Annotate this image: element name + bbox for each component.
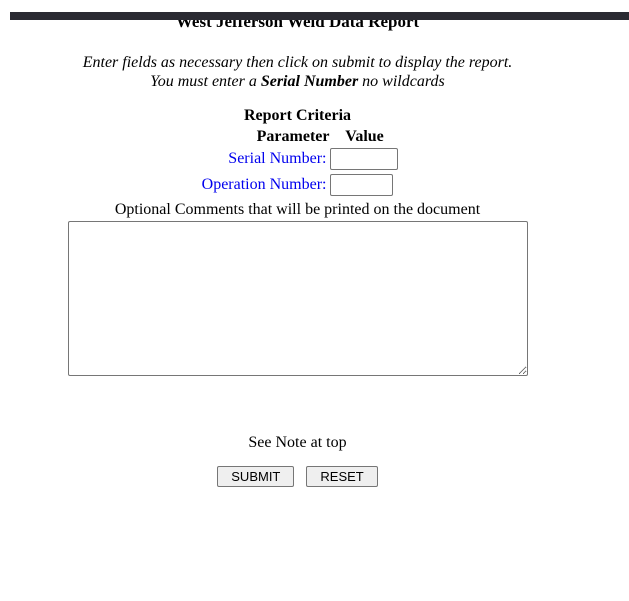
see-note-text: See Note at top — [0, 433, 595, 452]
parameter-column-header: Parameter — [196, 128, 330, 146]
criteria-header-row: Parameter Value — [196, 128, 400, 146]
value-column-header: Value — [330, 128, 400, 146]
report-criteria-table: Report Criteria Parameter Value Serial N… — [196, 106, 400, 198]
serial-number-label[interactable]: Serial Number: — [196, 146, 330, 172]
submit-button[interactable]: SUBMIT — [217, 466, 294, 487]
comments-textarea[interactable] — [68, 221, 528, 376]
serial-number-input[interactable] — [330, 148, 398, 170]
reset-button[interactable]: RESET — [306, 466, 377, 487]
instructions-serial-number-emphasis: Serial Number — [261, 73, 358, 90]
operation-number-row: Operation Number: — [196, 172, 400, 198]
form-actions: SUBMIT RESET — [0, 466, 595, 487]
instructions-line1: Enter fields as necessary then click on … — [0, 53, 595, 72]
comments-label: Optional Comments that will be printed o… — [0, 200, 595, 219]
operation-number-input[interactable] — [330, 174, 393, 196]
serial-number-row: Serial Number: — [196, 146, 400, 172]
instructions: Enter fields as necessary then click on … — [0, 53, 595, 91]
report-form: West Jefferson Weld Data Report Enter fi… — [0, 12, 595, 487]
instructions-line2-prefix: You must enter a — [150, 73, 261, 90]
operation-number-label[interactable]: Operation Number: — [196, 172, 330, 198]
instructions-line2-suffix: no wildcards — [358, 73, 445, 90]
instructions-line2: You must enter a Serial Number no wildca… — [0, 72, 595, 91]
report-criteria-caption: Report Criteria — [196, 106, 400, 128]
window-chrome-bar — [10, 12, 629, 20]
